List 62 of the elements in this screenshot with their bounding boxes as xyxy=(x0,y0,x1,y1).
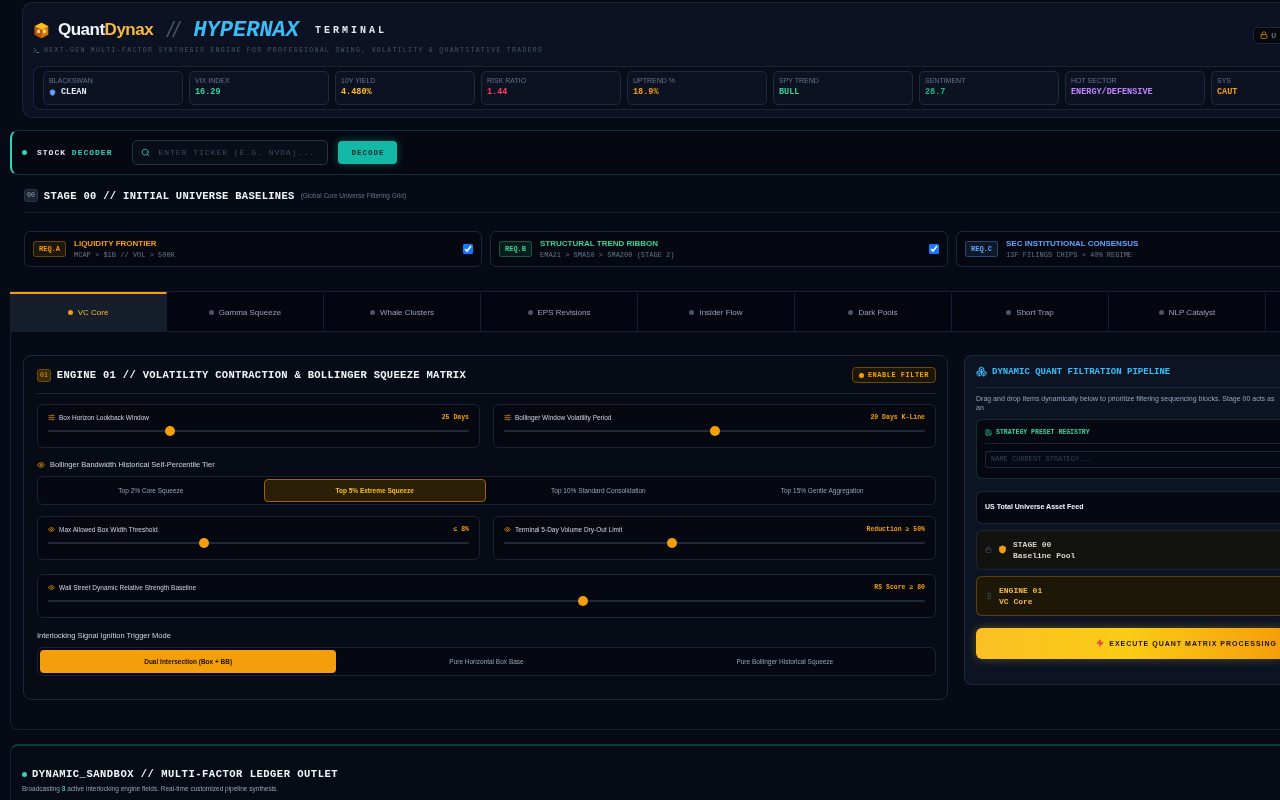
eye-icon xyxy=(37,460,45,469)
requirement-title: STRUCTURAL TREND RIBBON xyxy=(540,239,660,248)
slider-thumb[interactable] xyxy=(667,538,678,548)
engine-tab[interactable]: VC Core xyxy=(10,292,167,331)
requirement-checkbox[interactable] xyxy=(929,244,939,254)
engine-tab[interactable]: Dark Pools xyxy=(795,292,952,331)
terminal-icon xyxy=(33,47,40,54)
status-badge[interactable]: U xyxy=(1253,26,1280,44)
pipeline-title: DYNAMIC QUANT FILTRATION PIPELINE xyxy=(992,366,1171,377)
engine-tab[interactable]: NLP Catalyst xyxy=(1109,292,1266,331)
sliders-icon xyxy=(48,414,55,421)
product-name: HYPERNAX xyxy=(193,17,299,43)
boxes-icon xyxy=(976,366,987,377)
separator-text: // xyxy=(167,17,180,43)
stat-value: 4.480% xyxy=(341,87,372,97)
stat-value: BULL xyxy=(779,87,800,97)
requirement-title: LIQUIDITY FRONTIER xyxy=(74,239,158,248)
status-dot xyxy=(22,150,27,155)
lightning-icon xyxy=(1096,639,1105,648)
pipeline-item-title: ENGINE 01 xyxy=(999,584,1043,596)
slider-thumb[interactable] xyxy=(198,538,209,548)
sandbox-title: DYNAMIC_SANDBOX // MULTI-FACTOR LEDGER OUTLET xyxy=(32,768,339,780)
requirement-checkbox[interactable] xyxy=(463,244,473,254)
eye-icon xyxy=(504,526,511,533)
ticker-input[interactable]: ENTER TICKER (E.G. NVDA)... xyxy=(156,147,320,158)
engine-title: ENGINE 01 // VOLATILITY CONTRACTION & BOLLINGER SQUEEZE MATRIX xyxy=(56,369,467,381)
slider-thumb[interactable] xyxy=(165,426,176,436)
sliders-icon xyxy=(504,414,511,421)
shield-icon xyxy=(998,545,1007,555)
stat-value: ENERGY/DEFENSIVE xyxy=(1071,87,1153,97)
stat-value: CAUT xyxy=(1217,87,1238,97)
lock-icon xyxy=(985,546,992,554)
pipeline-item[interactable]: STAGE 00 Baseline Pool xyxy=(976,529,1280,570)
slider-thumb[interactable] xyxy=(577,596,588,606)
engine-tab[interactable]: Insider Flow xyxy=(638,292,795,331)
drag-handle-icon[interactable] xyxy=(985,591,993,600)
stat-value: 28.7 xyxy=(925,87,946,97)
save-icon xyxy=(985,428,992,436)
pipeline-item-title: STAGE 00 xyxy=(1013,538,1053,550)
engine-tab[interactable]: Gamma Squeeze xyxy=(167,292,324,331)
lock-icon xyxy=(1260,31,1269,39)
ticker-field[interactable]: ENTER TICKER (E.G. NVDA)... xyxy=(132,140,329,165)
stat-value: CLEAN xyxy=(61,87,87,97)
engine-tab[interactable]: Whale Clusters xyxy=(324,292,481,331)
requirement-title: SEC INSTITUTIONAL CONSENSUS xyxy=(1006,239,1140,248)
pipeline-item[interactable]: ENGINE 01 VC Core xyxy=(976,575,1280,616)
eye-icon xyxy=(48,526,55,533)
cube-logo-icon xyxy=(33,21,50,39)
pipeline-item-subtitle: VC Core xyxy=(999,595,1034,608)
eye-icon xyxy=(48,584,55,591)
stat-value: 1.44 xyxy=(487,87,508,97)
brand-name: QuantDynax xyxy=(58,20,154,40)
pipeline-item-subtitle: Baseline Pool xyxy=(1013,549,1076,562)
engine-tab[interactable]: Short Trap xyxy=(952,292,1109,331)
stat-value: 18.9% xyxy=(633,87,659,97)
section-title: STAGE 00 // INITIAL UNIVERSE BASELINES xyxy=(43,189,295,202)
product-suffix: TERMINAL xyxy=(315,24,387,36)
engine-tab[interactable]: EPS Revisions xyxy=(481,292,638,331)
search-icon xyxy=(141,148,151,157)
stat-value: 16.29 xyxy=(195,87,221,97)
slider-thumb[interactable] xyxy=(709,426,720,436)
decoder-label: STOCK DECODER xyxy=(37,148,113,157)
